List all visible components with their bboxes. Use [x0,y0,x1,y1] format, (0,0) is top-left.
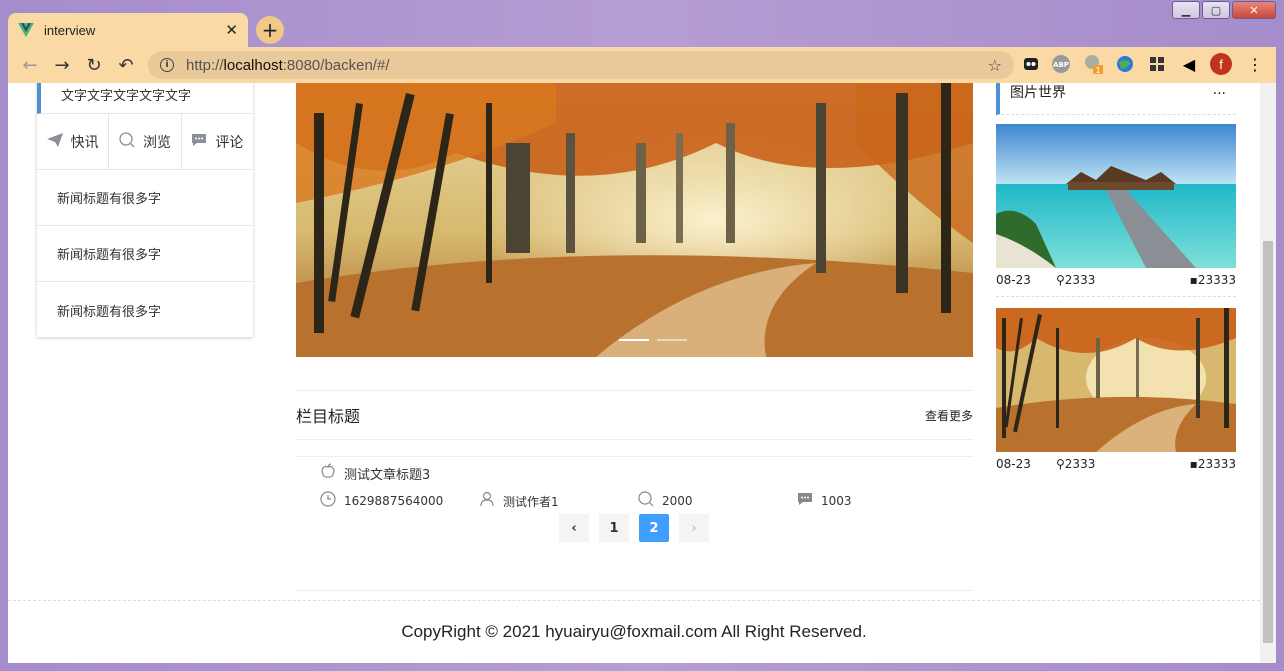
forward-arrow-icon[interactable]: → [46,55,78,76]
url-text[interactable]: http://localhost:8080/backen/#/ [186,57,988,74]
menu-kebab-icon[interactable]: ⋮ [1244,53,1266,75]
pagination: ‹ 1 2 › [559,514,709,542]
banner-carousel[interactable] [296,83,973,357]
photo-date: 08-23 [996,273,1031,287]
carousel-dot[interactable] [619,339,649,341]
article-meta-row: 1629887564000 测试作者1 2000 1003 [320,491,973,511]
tab-label: 评论 [215,134,244,151]
photo-views: ⚲2333 [1056,457,1096,471]
beach-image [996,124,1236,268]
page-button-1[interactable]: 1 [599,514,629,542]
page-footer: CopyRight © 2021 hyuairyu@foxmail.com Al… [8,600,1260,663]
apple-icon [320,463,336,483]
globe-extension-icon[interactable] [1114,53,1136,75]
article-author: 测试作者1 [479,491,638,511]
more-dots-icon[interactable]: ··· [1213,86,1226,102]
profile-avatar[interactable]: f [1210,53,1232,75]
address-bar[interactable]: i http://localhost:8080/backen/#/ ☆ [148,51,1014,79]
adblock-icon[interactable]: ABP [1050,53,1072,75]
carousel-dot[interactable] [657,339,687,341]
vue-logo-icon [18,23,34,37]
search-icon [638,491,654,511]
news-item[interactable]: 新闻标题有很多字 [37,226,253,282]
tab-label: 快讯 [70,134,99,151]
comments-text: 1003 [821,494,852,508]
site-info-icon[interactable]: i [160,58,174,72]
article-time: 1629887564000 [320,491,479,511]
card-headline: 文字文字文字文字文字 [37,83,253,114]
carousel-indicators [619,339,687,341]
send-icon [46,132,63,151]
browser-tab[interactable]: interview ✕ [8,13,248,47]
section-title: 栏目标题 [296,407,361,426]
photo-date: 08-23 [996,457,1031,471]
forest-image [996,308,1236,452]
user-icon [479,491,495,511]
timestamp-text: 1629887564000 [344,494,444,508]
scrollbar-thumb[interactable] [1263,241,1273,643]
photo-comments: ▪23333 [1189,273,1236,287]
grid-extension-icon[interactable] [1146,53,1168,75]
page-scrollbar[interactable] [1260,83,1276,663]
browser-toolbar: ← → ↻ ↶ i http://localhost:8080/backen/#… [8,47,1276,83]
article-views: 2000 [638,491,797,511]
maximize-button[interactable]: ▢ [1202,1,1230,19]
photo-world-title: 图片世界 [1010,85,1066,101]
page-button-2[interactable]: 2 [639,514,669,542]
clock-icon [320,491,336,511]
photo-card[interactable]: 08-23 ⚲2333 ▪23333 [996,124,1236,297]
photo-views: ⚲2333 [1056,273,1096,287]
reload-icon[interactable]: ↻ [78,55,110,76]
section-header: 栏目标题 查看更多 [296,390,973,440]
tab-close-icon[interactable]: ✕ [225,21,238,39]
photo-separator [996,296,1236,297]
back-arrow-icon[interactable]: ← [14,55,46,76]
view-more-link[interactable]: 查看更多 [925,407,973,424]
article-title-row: 测试文章标题3 [320,463,973,483]
card-tabs: 快讯 浏览 评论 [37,114,253,170]
tab-label: 浏览 [142,134,171,151]
speaker-icon[interactable]: ◀ [1178,53,1200,75]
views-text: 2000 [662,494,693,508]
tab-liulan[interactable]: 浏览 [109,114,182,169]
comment-icon [191,133,207,151]
news-item[interactable]: 新闻标题有很多字 [37,282,253,338]
undo-icon[interactable]: ↶ [110,55,142,76]
window-controls: ▁ ▢ ✕ [1172,1,1276,19]
article-item[interactable]: 测试文章标题3 1629887564000 测试作者1 2000 1003 [296,456,973,511]
left-info-card: 文字文字文字文字文字 快讯 浏览 评论 新闻标题有很多字 新闻标题有很多字 新闻… [37,83,253,337]
next-page-button[interactable]: › [679,514,709,542]
tab-title: interview [44,22,96,38]
bookmark-star-icon[interactable]: ☆ [988,56,1002,75]
news-item[interactable]: 新闻标题有很多字 [37,170,253,226]
article-comments: 1003 [797,492,956,510]
prev-page-button[interactable]: ‹ [559,514,589,542]
photo-world-header: 图片世界 ··· [996,83,1236,115]
page-viewport: 文字文字文字文字文字 快讯 浏览 评论 新闻标题有很多字 新闻标题有很多字 新闻… [8,83,1260,663]
extension-tab-icon[interactable] [1020,53,1042,75]
tab-kuaixun[interactable]: 快讯 [37,114,110,169]
svg-text:1: 1 [1095,66,1100,75]
search-icon [119,131,135,152]
photo-meta: 08-23 ⚲2333 ▪23333 [996,268,1236,292]
photo-comments: ▪23333 [1189,457,1236,471]
tab-pinglun[interactable]: 评论 [182,114,253,169]
photo-card[interactable]: 08-23 ⚲2333 ▪23333 [996,308,1236,476]
author-text: 测试作者1 [503,494,559,509]
minimize-button[interactable]: ▁ [1172,1,1200,19]
autumn-forest-image [296,83,973,357]
svg-text:ABP: ABP [1053,61,1069,69]
extension-badge-icon[interactable]: 1 [1082,53,1104,75]
close-window-button[interactable]: ✕ [1232,1,1276,19]
article-title[interactable]: 测试文章标题3 [344,464,430,483]
photo-meta: 08-23 ⚲2333 ▪23333 [996,452,1236,476]
new-tab-button[interactable]: + [256,16,284,44]
comment-icon [797,492,813,510]
content-divider [296,590,973,591]
